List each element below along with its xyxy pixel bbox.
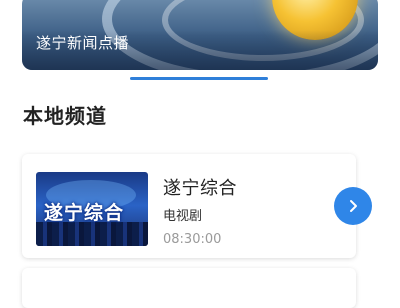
channel-card[interactable]: 遂宁综合 遂宁综合 电视剧 08:30:00 xyxy=(22,154,372,258)
city-skyline xyxy=(36,222,148,246)
thumbnail-title: 遂宁综合 xyxy=(44,202,125,224)
go-button[interactable] xyxy=(334,187,372,225)
channel-card-partial[interactable] xyxy=(22,268,356,308)
news-banner[interactable]: 遂宁新闻点播 xyxy=(22,0,378,70)
channel-name: 遂宁综合 xyxy=(163,178,237,199)
channel-type: 电视剧 xyxy=(163,209,203,224)
section-title: 本地频道 xyxy=(23,104,107,128)
carousel-indicator xyxy=(130,77,268,80)
banner-caption: 遂宁新闻点播 xyxy=(36,34,130,52)
channel-time: 08:30:00 xyxy=(163,232,222,247)
chevron-right-icon xyxy=(350,200,357,212)
channel-thumbnail: 遂宁综合 xyxy=(36,172,148,246)
